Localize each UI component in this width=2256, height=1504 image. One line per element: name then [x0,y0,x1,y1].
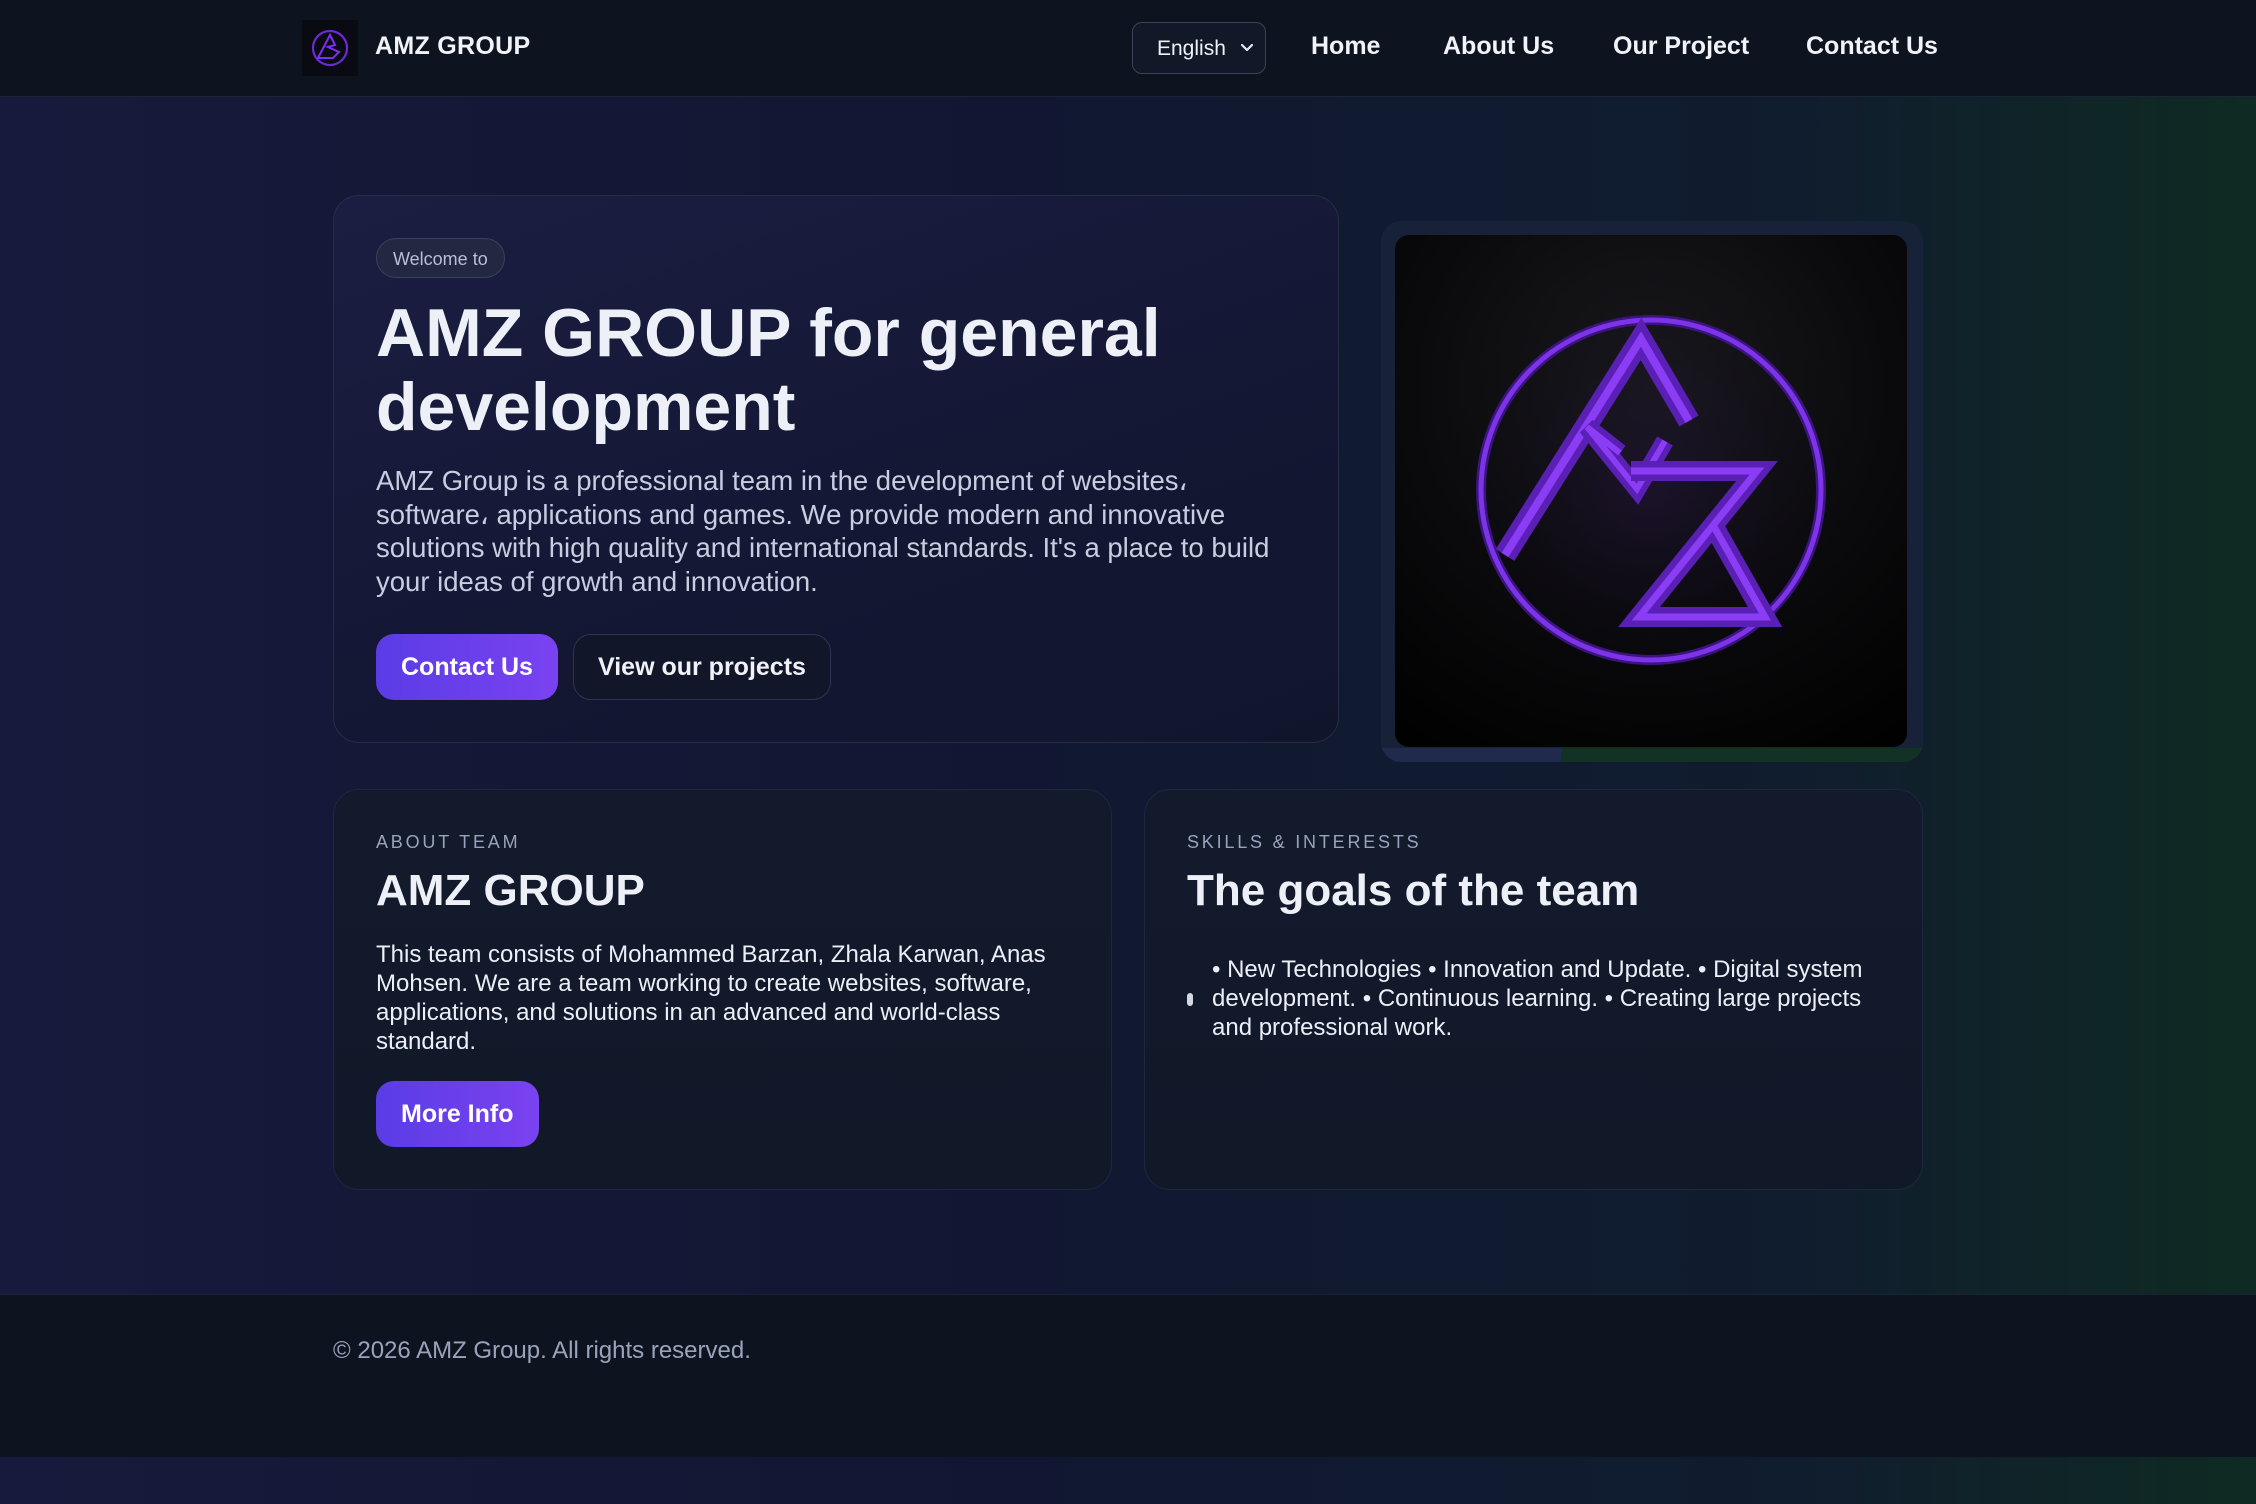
copyright-text: © 2026 AMZ Group. All rights reserved. [333,1337,751,1364]
hero-contact-button[interactable]: Contact Us [376,634,558,700]
goals-eyebrow: SKILLS & INTERESTS [1187,832,1422,852]
brand-name[interactable]: AMZ GROUP [375,32,530,61]
hero-card: Welcome to AMZ GROUP for general develop… [333,195,1339,743]
frame-accent-right [1561,748,1923,762]
hero-image-frame [1381,221,1923,762]
nav-about-link[interactable]: About Us [1443,32,1554,61]
goals-title: The goals of the team [1187,866,1640,915]
about-eyebrow: ABOUT TEAM [376,832,521,852]
welcome-pill: Welcome to [376,238,505,278]
language-selected-value: English [1157,37,1226,60]
amz-logo-icon[interactable] [302,20,358,76]
bullet-marker-icon [1187,993,1193,1006]
about-title: AMZ GROUP [376,866,645,915]
nav-home-link[interactable]: Home [1311,32,1380,61]
about-team-card: ABOUT TEAM AMZ GROUP This team consists … [333,789,1112,1190]
hero-description: AMZ Group is a professional team in the … [376,465,1270,597]
goals-text: • New Technologies • Innovation and Upda… [1212,956,1863,1041]
top-navbar: AMZ GROUP English Home About Us Our Proj… [0,0,2256,97]
frame-accent-left [1381,748,1561,762]
about-text: This team consists of Mohammed Barzan, Z… [376,941,1046,1055]
more-info-button[interactable]: More Info [376,1081,539,1147]
view-projects-button[interactable]: View our projects [573,634,831,700]
nav-contact-link[interactable]: Contact Us [1806,32,1938,61]
amz-logo-image [1395,235,1907,747]
chevron-down-icon [1240,43,1254,52]
goals-card: SKILLS & INTERESTS The goals of the team… [1144,789,1923,1190]
language-select[interactable]: English [1132,22,1266,74]
page-footer: © 2026 AMZ Group. All rights reserved. [0,1294,2256,1457]
hero-title: AMZ GROUP for general development [376,295,1161,445]
nav-our-project-link[interactable]: Our Project [1613,32,1749,61]
